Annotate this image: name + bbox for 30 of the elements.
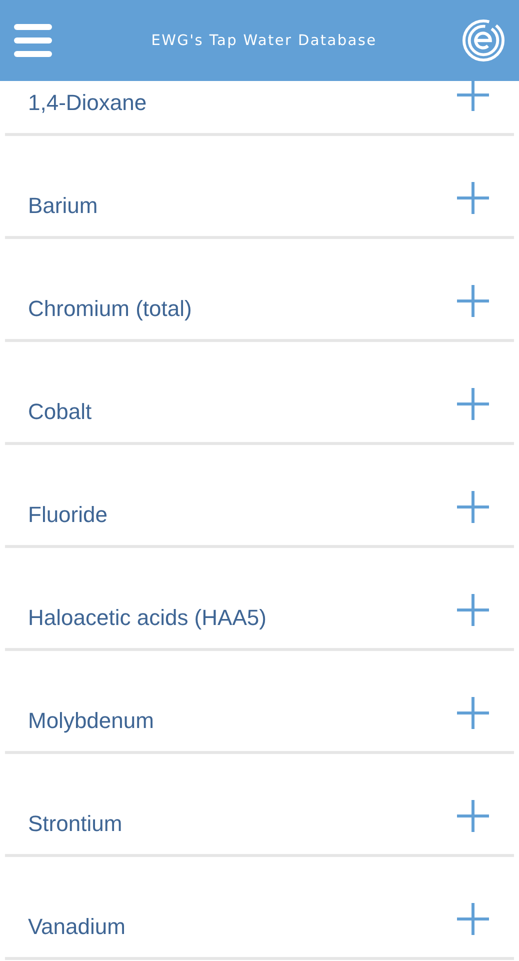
plus-icon — [457, 697, 489, 729]
plus-icon — [457, 594, 489, 626]
contaminant-name: Cobalt — [28, 399, 92, 425]
expand-button[interactable] — [457, 81, 489, 111]
expand-button[interactable] — [457, 697, 489, 729]
app-title: EWG's Tap Water Database — [151, 32, 377, 48]
logo-icon — [462, 19, 505, 62]
contaminant-name: 1,4-Dioxane — [28, 90, 147, 116]
expand-button[interactable] — [457, 182, 489, 214]
contaminant-name: Barium — [28, 193, 98, 219]
expand-button[interactable] — [457, 285, 489, 317]
plus-icon — [457, 182, 489, 214]
plus-icon — [457, 903, 489, 935]
expand-button[interactable] — [457, 491, 489, 523]
plus-icon — [457, 491, 489, 523]
expand-button[interactable] — [457, 903, 489, 935]
contaminant-name: Haloacetic acids (HAA5) — [28, 605, 266, 631]
expand-button[interactable] — [457, 594, 489, 626]
expand-button[interactable] — [457, 800, 489, 832]
plus-icon — [457, 800, 489, 832]
menu-icon — [14, 24, 52, 57]
plus-icon — [457, 285, 489, 317]
contaminant-name: Vanadium — [28, 914, 126, 940]
menu-button[interactable] — [14, 24, 52, 57]
contaminant-name: Molybdenum — [28, 708, 154, 734]
contaminant-name: Chromium (total) — [28, 296, 192, 322]
contaminant-name: Strontium — [28, 811, 122, 837]
contaminant-name: Fluoride — [28, 502, 108, 528]
plus-icon — [457, 388, 489, 420]
expand-button[interactable] — [457, 388, 489, 420]
